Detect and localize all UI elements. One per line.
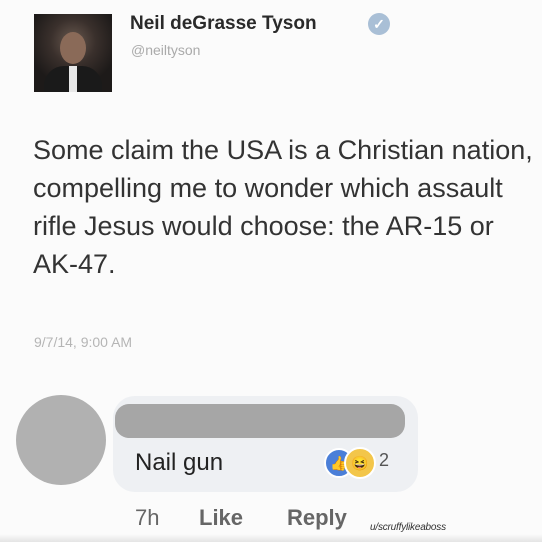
verified-check-icon: ✓	[368, 13, 390, 35]
tweet-timestamp[interactable]: 9/7/14, 9:00 AM	[34, 334, 132, 350]
comment-text: Nail gun	[135, 449, 224, 476]
author-handle[interactable]: @neiltyson	[131, 42, 200, 58]
bottom-edge	[0, 534, 542, 542]
comment-like-button[interactable]: Like	[199, 505, 243, 531]
comment-time[interactable]: 7h	[135, 505, 159, 531]
avatar-shirt	[69, 66, 77, 92]
author-display-name[interactable]: Neil deGrasse Tyson	[130, 13, 317, 35]
author-avatar[interactable]	[34, 14, 112, 92]
commenter-avatar[interactable]	[16, 395, 106, 485]
avatar-face	[60, 32, 86, 64]
comment-reply-button[interactable]: Reply	[287, 505, 347, 531]
reaction-count: 2	[379, 450, 390, 470]
commenter-name-redaction	[115, 404, 405, 438]
haha-reaction-icon: 😆	[344, 447, 376, 479]
comment-reactions[interactable]: 👍 😆 2	[324, 445, 414, 479]
tweet-text: Some claim the USA is a Christian nation…	[33, 135, 533, 279]
watermark: u/scruffylikeaboss	[370, 522, 446, 533]
